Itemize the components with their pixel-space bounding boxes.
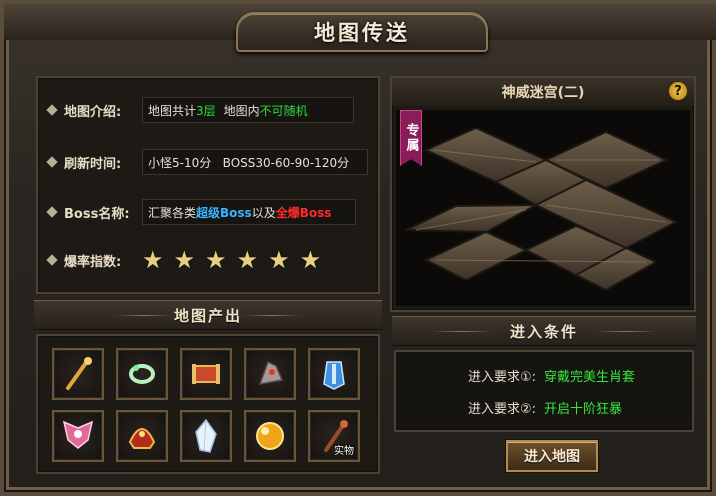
map-preview-image: 专属 — [396, 110, 690, 306]
drop-item-slot[interactable] — [52, 348, 104, 400]
maze-layout-image — [405, 126, 679, 292]
drops-title: 地图产出 — [173, 306, 242, 325]
title-plate: 地图传送 — [236, 12, 488, 52]
info-row-rate: 爆率指数: ★ ★ ★ ★ ★ ★ — [46, 246, 321, 274]
drop-item-slot[interactable] — [116, 348, 168, 400]
refresh-label: 刷新时间: — [64, 156, 122, 172]
star-icon: ★ — [142, 246, 164, 274]
boss-value: 汇聚各类 超级Boss 以及 全爆Boss — [142, 199, 356, 225]
star-icon: ★ — [205, 246, 227, 274]
exclusive-ribbon: 专属 — [400, 110, 422, 166]
requirements-header: 进入条件 — [392, 316, 696, 346]
teleport-window: 地图传送 地图介绍: 地图共计 3层 地图内 不可随机 刷新时间: 小怪5-10… — [0, 0, 716, 496]
ribbon-text: 专属 — [403, 123, 419, 153]
boss-fullbreak: 全爆Boss — [275, 205, 332, 220]
requirement-2-value: 开启十阶狂暴 — [544, 402, 623, 417]
drop-item-slot[interactable] — [52, 410, 104, 462]
requirement-1: 进入要求①: 穿戴完美生肖套 — [468, 366, 635, 385]
drop-item-slot[interactable] — [244, 410, 296, 462]
drop-item-slot[interactable] — [180, 348, 232, 400]
pink-wings-icon — [62, 420, 94, 449]
drops-panel: 实物 — [36, 334, 380, 474]
info-row-intro: 地图介绍: 地图共计 3层 地图内 不可随机 — [46, 96, 354, 124]
drop-item-slot[interactable]: 实物 — [308, 410, 360, 462]
drop-item-slot[interactable] — [116, 410, 168, 462]
intro-text-1: 地图共计 — [148, 103, 197, 118]
star-icon: ★ — [268, 246, 290, 274]
jade-bracelet-icon — [129, 364, 155, 384]
header-line-left — [432, 331, 492, 332]
drop-item-slot[interactable] — [308, 348, 360, 400]
boss-text-2: 以及 — [251, 205, 276, 220]
physical-item-tag: 实物 — [334, 446, 354, 457]
bullet-diamond-icon — [46, 206, 58, 218]
gold-orb-icon — [256, 422, 284, 450]
intro-random: 不可随机 — [259, 103, 308, 118]
bullet-diamond-icon — [46, 104, 58, 116]
map-name: 神威迷宫(二) — [501, 85, 585, 101]
requirement-2: 进入要求②: 开启十阶狂暴 — [468, 398, 622, 417]
star-icon: ★ — [236, 246, 259, 274]
requirement-1-value: 穿戴完美生肖套 — [544, 370, 636, 385]
requirement-2-label: 进入要求②: — [468, 402, 537, 417]
rate-label: 爆率指数: — [64, 254, 122, 270]
drop-item-slot[interactable] — [180, 410, 232, 462]
map-preview-panel: 神威迷宫(二) ? 专属 — [390, 76, 696, 312]
drops-header: 地图产出 — [34, 300, 382, 330]
silver-gauntlet-icon — [258, 360, 284, 385]
intro-label: 地图介绍: — [64, 104, 122, 120]
drop-item-slot[interactable] — [244, 348, 296, 400]
red-helmet-icon — [128, 428, 156, 449]
enter-map-button[interactable]: 进入地图 — [506, 440, 598, 472]
map-info-panel: 地图介绍: 地图共计 3层 地图内 不可随机 刷新时间: 小怪5-10分 BOS… — [36, 76, 380, 294]
intro-layers: 3层 — [196, 103, 216, 118]
star-icon: ★ — [173, 246, 196, 274]
requirements-panel: 进入要求①: 穿戴完美生肖套 进入要求②: 开启十阶狂暴 — [394, 350, 694, 432]
header-line-left — [114, 315, 174, 316]
requirement-1-label: 进入要求①: — [468, 370, 537, 385]
help-icon[interactable]: ? — [668, 81, 688, 101]
map-title-bar: 神威迷宫(二) ? — [392, 78, 694, 106]
bullet-diamond-icon — [46, 156, 58, 168]
boss-super: 超级Boss — [196, 205, 252, 220]
boss-text-1: 汇聚各类 — [148, 205, 197, 220]
bullet-diamond-icon — [46, 254, 58, 266]
refresh-value: 小怪5-10分 BOSS30-60-90-120分 — [142, 149, 368, 175]
header-line-right — [242, 315, 302, 316]
window-title: 地图传送 — [314, 21, 410, 45]
rate-stars: ★ ★ ★ ★ ★ ★ — [142, 248, 321, 272]
red-scroll-icon — [192, 364, 220, 384]
star-icon: ★ — [299, 246, 322, 274]
requirements-title: 进入条件 — [509, 322, 578, 341]
info-row-boss: Boss名称: 汇聚各类 超级Boss 以及 全爆Boss — [46, 198, 356, 226]
boss-label: Boss名称: — [64, 206, 130, 222]
golden-staff-icon — [66, 357, 92, 390]
intro-text-2: 地图内 — [223, 103, 260, 118]
info-row-refresh: 刷新时间: 小怪5-10分 BOSS30-60-90-120分 — [46, 148, 368, 176]
intro-value: 地图共计 3层 地图内 不可随机 — [142, 97, 354, 123]
white-crystal-icon — [195, 418, 217, 453]
header-line-right — [596, 331, 656, 332]
blue-armor-icon — [323, 361, 345, 390]
